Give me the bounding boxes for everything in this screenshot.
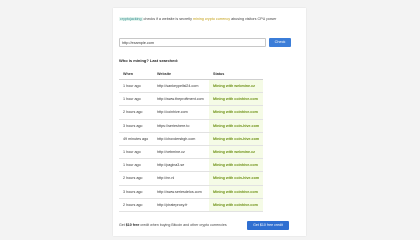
cell-status: Mining with coin-hive.com — [209, 171, 264, 186]
free-credit-button[interactable]: Get $10 free credit — [247, 221, 289, 230]
status-label: Mining with coin-hive.com — [213, 123, 260, 128]
status-label: Mining with coinhive.com — [213, 97, 258, 102]
main-card: cryptojacking checks if a website is sec… — [113, 8, 306, 236]
promo-text: Get $10 free credit when buying Bitcoin … — [119, 221, 227, 230]
cell-when: 2 hours ago — [119, 171, 153, 186]
cell-website[interactable]: http://sankeypellsl24.com — [153, 79, 209, 94]
search-form: Check — [119, 38, 299, 47]
table-row: 2 hours ago http://nn.nl Mining with coin-… — [119, 171, 264, 186]
intro-text: cryptojacking checks if a website is sec… — [119, 17, 307, 21]
cell-website[interactable]: http://www.seriesdelos.com — [153, 185, 209, 199]
promo-prefix: Get — [119, 223, 126, 227]
intro-highlight: mining crypto currency — [192, 17, 231, 21]
status-label: Mining with coin-hive.com — [213, 176, 260, 181]
intro-part2: abusing visitors CPU power — [230, 17, 277, 21]
table-header-row: When Website Status — [119, 68, 264, 80]
cell-website[interactable]: http://chovdersbgh.com — [153, 132, 209, 146]
cell-status: Mining with coinhive.com — [209, 92, 264, 107]
cell-status: Mining with coinhive.com — [209, 198, 264, 212]
cell-status: Mining with coinhive.com — [209, 158, 264, 173]
url-input[interactable] — [119, 38, 266, 47]
intro-part1: checks if a website is secretly — [142, 17, 193, 21]
cell-website[interactable]: http://coinhive.com — [153, 105, 209, 120]
table-row: 2 hours ago http://coinhive.com Mining wit… — [119, 105, 264, 120]
table-row: 49 minutes ago http://chovdersbgh.com Mini… — [119, 132, 264, 146]
promo-footer: Get $10 free credit when buying Bitcoin … — [119, 221, 303, 230]
table-row: 3 hours ago http://www.seriesdelos.com Min… — [119, 185, 264, 199]
cell-website[interactable]: http://vebmine.cz — [153, 145, 209, 160]
check-button[interactable]: Check — [269, 38, 291, 47]
cell-status: Mining with webmine.cz — [209, 79, 264, 94]
cell-when: 2 hours ago — [119, 105, 153, 120]
status-label: Mining with webmine.cz — [213, 84, 255, 89]
table-row: 1 hour ago http://vebmine.cz Mining with w… — [119, 145, 264, 160]
promo-amount: $10 free — [125, 223, 140, 227]
cell-when: 1 hour ago — [119, 92, 153, 107]
table-row: 1 hour ago http://sankeypellsl24.com Minin… — [119, 79, 264, 94]
cell-website[interactable]: http://nn.nl — [153, 171, 209, 186]
cell-website[interactable]: http://pirateproxy.fr — [153, 198, 209, 212]
table-row: 1 hour ago http://www.theproftment.com Min… — [119, 92, 264, 107]
column-header-website: Website — [153, 68, 209, 80]
cell-website[interactable]: https://serieshere.to — [153, 119, 209, 133]
table-row: 1 hour ago http://pagina3.se Mining with c… — [119, 158, 264, 173]
promo-suffix: credit when buying Bitcoin and other cry… — [139, 223, 227, 227]
cell-when: 1 hour ago — [119, 145, 153, 160]
status-label: Mining with webmine.cz — [213, 150, 255, 155]
cell-status: Mining with coinhive.com — [209, 105, 264, 120]
section-title: Who is mining? Last searched: — [119, 58, 179, 63]
cell-when: 1 hour ago — [119, 158, 153, 173]
cell-status: Mining with webmine.cz — [209, 145, 264, 160]
cell-when: 2 hours ago — [119, 198, 153, 212]
cell-website[interactable]: http://www.theproftment.com — [153, 92, 209, 107]
cell-status: Mining with coinhive.com — [209, 185, 264, 199]
column-header-status: Status — [209, 68, 264, 80]
table-row: 3 hours ago https://serieshere.to Mining w… — [119, 119, 264, 133]
status-label: Mining with coinhive.com — [213, 163, 258, 168]
status-label: Mining with coinhive.com — [213, 189, 258, 194]
table-row: 2 hours ago http://pirateproxy.fr Mining w… — [119, 198, 264, 212]
cell-website[interactable]: http://pagina3.se — [153, 158, 209, 173]
cell-when: 3 hours ago — [119, 185, 153, 199]
status-label: Mining with coin-hive.com — [213, 136, 260, 141]
brand-name: cryptojacking — [119, 17, 143, 21]
status-label: Mining with coinhive.com — [213, 110, 258, 115]
status-label: Mining with coinhive.com — [213, 202, 258, 207]
results-table: When Website Status 1 hour ago http://san… — [119, 68, 264, 212]
cell-status: Mining with coin-hive.com — [209, 132, 264, 146]
cell-when: 3 hours ago — [119, 119, 153, 133]
cell-when: 49 minutes ago — [119, 132, 153, 146]
cell-status: Mining with coin-hive.com — [209, 119, 264, 133]
column-header-when: When — [119, 68, 153, 80]
cell-when: 1 hour ago — [119, 79, 153, 94]
